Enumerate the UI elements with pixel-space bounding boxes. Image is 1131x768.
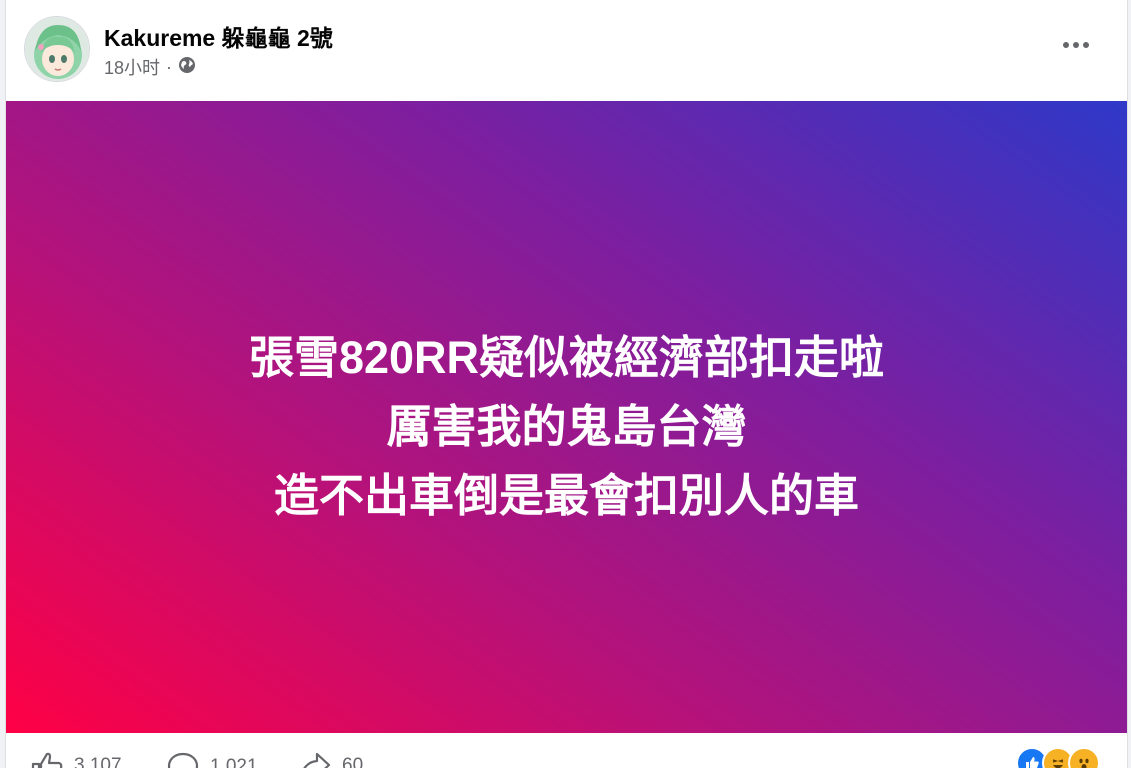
post-text: 張雪820RR疑似被經濟部扣走啦 厲害我的鬼島台灣 造不出車倒是最會扣別人的車 xyxy=(6,323,1127,530)
author-name[interactable]: Kakureme 躲龜龜 2號 xyxy=(104,19,333,53)
more-options-icon[interactable] xyxy=(1058,30,1094,60)
like-count: 3,107 xyxy=(74,755,122,768)
text-background-post: 張雪820RR疑似被經濟部扣走啦 厲害我的鬼島台灣 造不出車倒是最會扣別人的車 xyxy=(6,101,1127,733)
avatar-image xyxy=(25,17,89,81)
meta-separator: · xyxy=(166,56,173,77)
share-button[interactable]: 60 xyxy=(298,751,363,768)
thumbs-up-icon xyxy=(31,752,63,768)
post-text-line-2: 厲害我的鬼島台灣 xyxy=(386,401,747,452)
comment-count: 1,021 xyxy=(210,756,258,768)
post-time[interactable]: 18小时 xyxy=(104,54,160,80)
post-meta: 18小时 · xyxy=(104,54,196,80)
post-header: Kakureme 躲龜龜 2號 18小时 · xyxy=(6,0,1127,101)
like-button[interactable]: 3,107 xyxy=(30,751,122,768)
reaction-summary[interactable] xyxy=(1016,747,1100,768)
comment-icon xyxy=(167,752,199,768)
share-count: 60 xyxy=(342,755,364,768)
author-avatar[interactable] xyxy=(24,16,90,82)
globe-icon[interactable] xyxy=(178,56,196,79)
facebook-post: Kakureme 躲龜龜 2號 18小时 · 張雪820RR疑似被經濟部扣走啦 xyxy=(5,0,1128,768)
post-text-line-1: 張雪820RR疑似被經濟部扣走啦 xyxy=(248,332,885,383)
wow-reaction-icon xyxy=(1068,747,1100,768)
post-text-line-3: 造不出車倒是最會扣別人的車 xyxy=(273,470,859,521)
share-icon xyxy=(303,752,331,768)
post-footer: 3,107 1,021 60 xyxy=(6,733,1127,768)
comment-button[interactable]: 1,021 xyxy=(166,751,258,768)
